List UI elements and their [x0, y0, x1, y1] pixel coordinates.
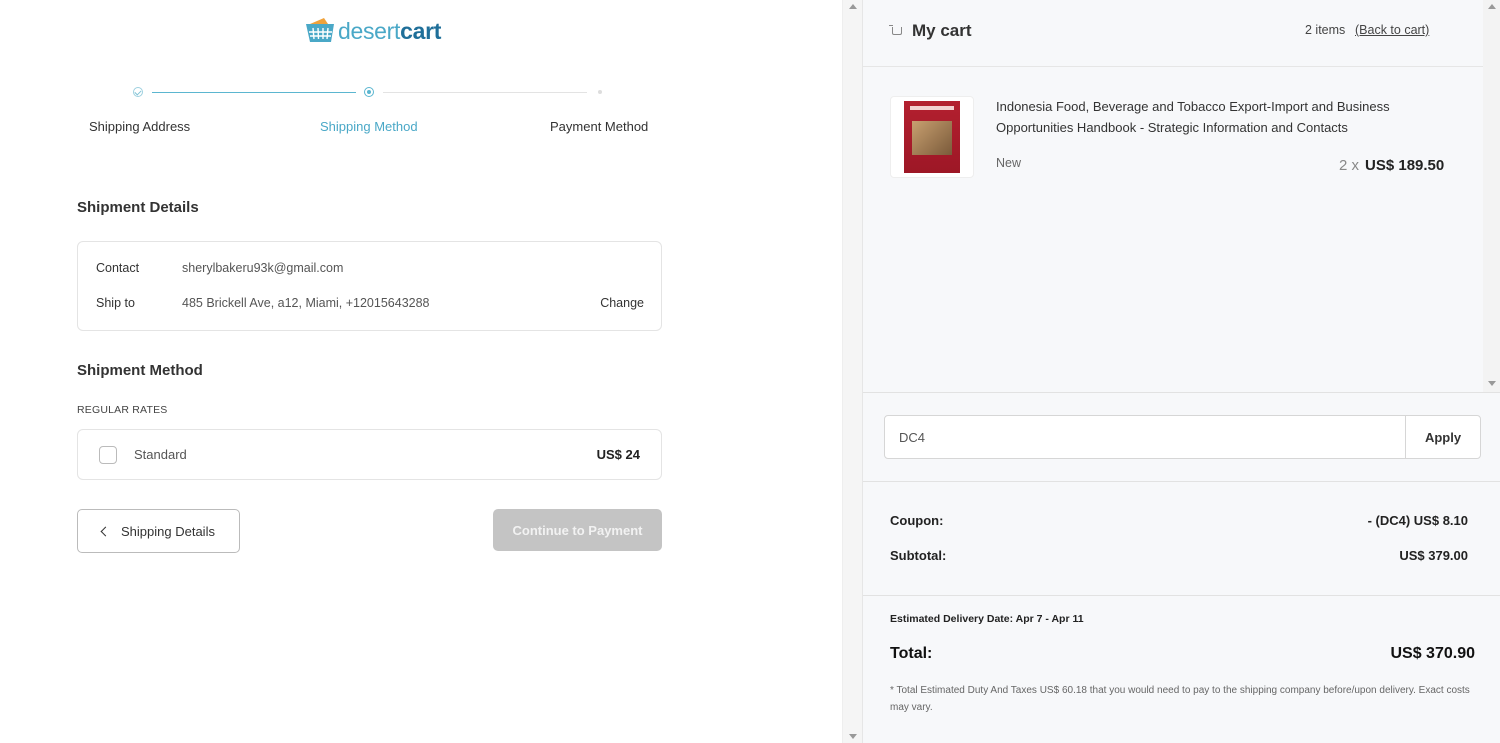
back-button-label: Shipping Details: [121, 523, 215, 539]
contact-label: Contact: [96, 261, 140, 275]
step-label-shipping-address[interactable]: Shipping Address: [89, 119, 190, 134]
shipment-details-title: Shipment Details: [77, 199, 199, 216]
subtotal-value: US$ 379.00: [1399, 548, 1468, 563]
coupon-row-label: Coupon:: [890, 513, 944, 528]
coupon-discount-row: Coupon: - (DC4) US$ 8.10: [890, 513, 1468, 528]
regular-rates-label: REGULAR RATES: [77, 404, 168, 416]
desertcart-logo[interactable]: desertcart: [304, 15, 441, 47]
coupon-input[interactable]: [885, 416, 1406, 458]
cart-item-count: 2 items: [1305, 23, 1346, 37]
coupon-form: Apply: [884, 415, 1481, 459]
shipping-option-price: US$ 24: [596, 447, 640, 462]
checkout-stepper: Shipping Address Shipping Method Payment…: [0, 84, 842, 144]
product-quantity: 2 x: [1339, 157, 1360, 174]
product-condition: New: [996, 156, 1022, 170]
shipping-option-name: Standard: [134, 447, 187, 462]
product-thumbnail[interactable]: [890, 96, 974, 178]
product-price: US$ 189.50: [1365, 157, 1445, 174]
chevron-left-icon: [100, 526, 111, 536]
scroll-down-icon[interactable]: [1488, 381, 1496, 386]
back-to-cart-link[interactable]: (Back to cart): [1355, 23, 1429, 37]
continue-to-payment-button[interactable]: Continue to Payment: [493, 509, 662, 551]
logo-word-desert: desert: [338, 17, 401, 44]
shipto-row: Ship to 485 Brickell Ave, a12, Miami, +1…: [96, 296, 644, 310]
shipment-details-box: Contact sherylbakeru93k@gmail.com Ship t…: [77, 241, 662, 331]
checkout-panel: desertcart Shipping Address Shipping Met…: [0, 0, 842, 743]
scroll-up-icon[interactable]: [1488, 4, 1496, 9]
contact-row: Contact sherylbakeru93k@gmail.com: [96, 261, 644, 275]
divider: [863, 595, 1500, 596]
subtotal-row: Subtotal: US$ 379.00: [890, 548, 1468, 563]
step-shipping-method-dot-icon: [364, 87, 374, 97]
cart-icon: [889, 25, 902, 35]
contact-value: sherylbakeru93k@gmail.com: [182, 261, 344, 275]
change-address-link[interactable]: Change: [600, 296, 644, 310]
shipment-method-title: Shipment Method: [77, 362, 203, 379]
step-label-payment-method: Payment Method: [550, 119, 649, 134]
coupon-row-value: - (DC4) US$ 8.10: [1367, 513, 1468, 528]
step-label-shipping-method: Shipping Method: [320, 119, 418, 134]
step-connector-2: [383, 92, 587, 93]
step-connector-1: [152, 92, 356, 93]
duty-taxes-note: * Total Estimated Duty And Taxes US$ 60.…: [890, 685, 1470, 713]
divider: [863, 481, 1500, 482]
subtotal-label: Subtotal:: [890, 548, 947, 563]
logo-word-cart: cart: [400, 17, 442, 44]
book-cover-image: [904, 101, 960, 173]
cart-header: My cart 2 items (Back to cart): [863, 0, 1483, 67]
scroll-down-icon[interactable]: [849, 734, 857, 739]
standard-shipping-checkbox[interactable]: [99, 445, 117, 464]
scroll-up-icon[interactable]: [849, 4, 857, 9]
basket-logo-icon: [304, 16, 336, 46]
total-label: Total:: [890, 645, 933, 662]
shipping-option-standard[interactable]: Standard US$ 24: [77, 429, 662, 480]
cart-title: My cart: [912, 21, 972, 40]
step-shipping-address-check-icon: [133, 87, 143, 97]
cart-items-scrollbar[interactable]: [1483, 0, 1500, 392]
shipto-value: 485 Brickell Ave, a12, Miami, +120156432…: [182, 296, 430, 310]
product-name[interactable]: Indonesia Food, Beverage and Tobacco Exp…: [996, 96, 1456, 138]
book-cover-picture: [912, 121, 952, 155]
back-to-shipping-details-button[interactable]: Shipping Details: [77, 509, 240, 553]
page-scrollbar[interactable]: [842, 0, 862, 743]
total-value: US$ 370.90: [1390, 645, 1475, 662]
shipto-label: Ship to: [96, 296, 135, 310]
apply-coupon-button[interactable]: Apply: [1406, 416, 1480, 458]
estimated-delivery-date: Estimated Delivery Date: Apr 7 - Apr 11: [890, 613, 1084, 625]
total-row: Total: US$ 370.90: [890, 645, 1475, 663]
divider: [863, 392, 1500, 393]
cart-summary-panel: My cart 2 items (Back to cart) Indonesia…: [862, 0, 1500, 743]
step-payment-method-dot-icon: [598, 90, 602, 94]
book-cover-title-band: [910, 106, 954, 110]
